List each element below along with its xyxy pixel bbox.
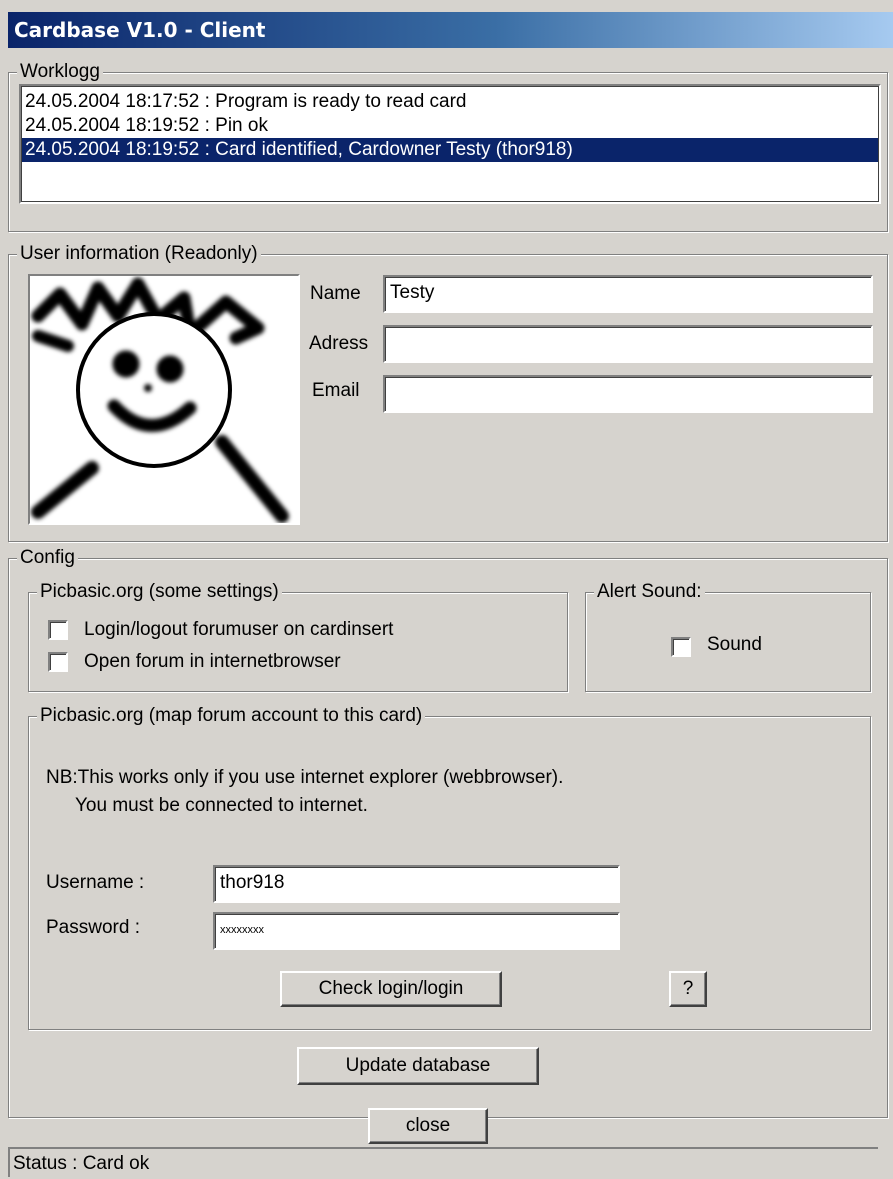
name-label: Name [310, 283, 361, 304]
worklog-list[interactable]: 24.05.2004 18:17:52 : Program is ready t… [19, 84, 881, 204]
adress-field[interactable] [383, 325, 873, 363]
alert-sound-legend: Alert Sound: [594, 580, 705, 604]
sound-label[interactable]: Sound [707, 633, 762, 657]
note-line-1: NB:This works only if you use internet e… [46, 767, 564, 788]
email-label: Email [312, 380, 360, 401]
note-line-2: You must be connected to internet. [75, 795, 368, 816]
password-field[interactable]: xxxxxxxx [213, 912, 620, 950]
worklog-entry[interactable]: 24.05.2004 18:17:52 : Program is ready t… [21, 90, 879, 114]
login-logout-checkbox[interactable] [48, 620, 68, 640]
adress-label: Adress [309, 333, 369, 354]
email-field[interactable] [383, 375, 873, 413]
user-photo [28, 274, 300, 525]
login-logout-label[interactable]: Login/logout forumuser on cardinsert [84, 618, 393, 642]
name-field[interactable]: Testy [383, 275, 873, 313]
password-label: Password : [46, 917, 140, 938]
check-login-button[interactable]: Check login/login [280, 971, 502, 1007]
map-account-legend: Picbasic.org (map forum account to this … [37, 704, 426, 728]
main-window: Cardbase V1.0 - Client Worklogg 24.05.20… [0, 0, 893, 1177]
status-bar: Status : Card ok [8, 1147, 878, 1177]
worklog-entry[interactable]: 24.05.2004 18:19:52 : Pin ok [21, 114, 879, 138]
worklog-legend: Worklogg [17, 60, 103, 84]
help-button[interactable]: ? [669, 971, 707, 1007]
username-label: Username : [46, 872, 145, 893]
config-legend: Config [17, 546, 78, 570]
close-button[interactable]: close [368, 1108, 488, 1144]
open-forum-checkbox[interactable] [48, 652, 68, 672]
picbasic-settings-legend: Picbasic.org (some settings) [37, 580, 282, 604]
title-bar[interactable]: Cardbase V1.0 - Client [8, 12, 893, 48]
update-database-button[interactable]: Update database [297, 1047, 539, 1085]
picbasic-settings-group: Picbasic.org (some settings) [28, 580, 568, 692]
username-field[interactable]: thor918 [213, 865, 620, 903]
worklog-entry-selected[interactable]: 24.05.2004 18:19:52 : Card identified, C… [21, 138, 879, 162]
open-forum-label[interactable]: Open forum in internetbrowser [84, 650, 341, 674]
user-info-legend: User information (Readonly) [17, 242, 261, 266]
smiley-face-image [31, 277, 289, 523]
sound-checkbox[interactable] [671, 637, 691, 657]
